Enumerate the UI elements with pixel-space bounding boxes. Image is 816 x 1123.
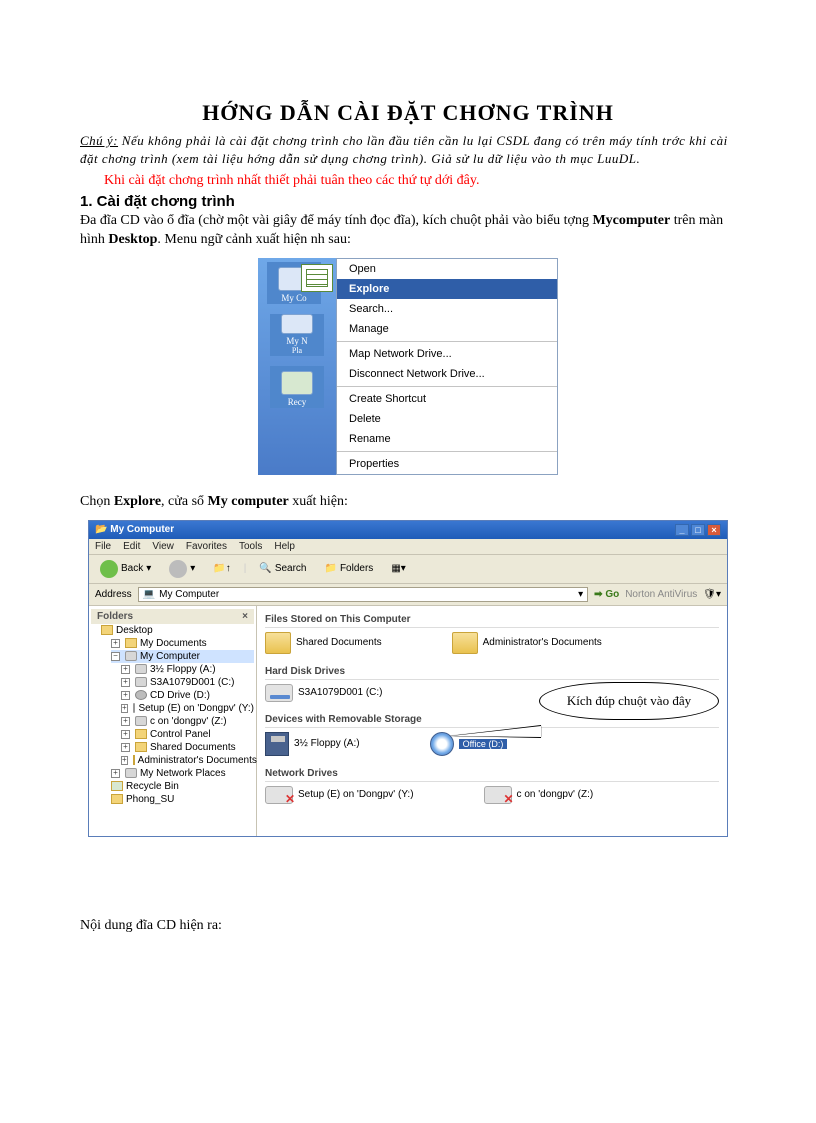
tree-cddrive[interactable]: +CD Drive (D:) [121,689,254,702]
p1-mycomputer: Mycomputer [592,213,670,228]
tree-close-icon[interactable]: × [242,611,248,622]
myn-label: My N [286,336,307,346]
ctx-rename[interactable]: Rename [337,429,557,449]
ctx-delete[interactable]: Delete [337,409,557,429]
item-net1[interactable]: Setup (E) on 'Dongpv' (Y:) [265,786,414,804]
menu-edit[interactable]: Edit [123,541,140,552]
address-label: Address [95,589,132,600]
tree-cdrive[interactable]: +S3A1079D001 (C:) [121,676,254,689]
minimize-button[interactable]: _ [675,524,689,536]
back-button[interactable]: Back ▾ [95,558,156,580]
search-button[interactable]: 🔍 Search [254,561,311,576]
mycomputer-label: My Co [281,293,306,303]
tree-setup[interactable]: +Setup (E) on 'Dongpv' (Y:) [121,702,254,715]
tree-shared[interactable]: +Shared Documents [121,741,254,754]
p2-explore: Explore [114,494,161,509]
p2-mycomputer: My computer [208,494,289,509]
excel-icon [301,264,333,292]
ctx-manage[interactable]: Manage [337,319,557,339]
tree-admin[interactable]: +Administrator's Documents [121,754,254,767]
heading-1: 1. Cài đặt chơng trình [80,193,736,210]
note-paragraph: Chú ý: Nếu không phải là cài đặt chơng t… [80,132,736,167]
section-files-stored: Files Stored on This Computer [265,610,719,628]
ctx-properties[interactable]: Properties [337,454,557,474]
menu-help[interactable]: Help [274,541,295,552]
warning-line: Khi cài đặt chơng trình nhất thiết phải … [104,173,736,189]
paragraph-1: Đa đĩa CD vào ổ đĩa (chờ một vài giây để… [80,212,736,250]
explorer-menubar: File Edit View Favorites Tools Help [89,539,727,555]
callout-text: Kích đúp chuột vào đây [539,682,719,720]
item-floppy[interactable]: 3½ Floppy (A:) [265,732,360,756]
mynetwork-desktop-icon[interactable]: My N Pla [270,314,324,356]
explorer-toolbar: Back ▾ ▾ 📁↑ | 🔍 Search 📁 Folders ▦▾ [89,555,727,584]
item-net2[interactable]: c on 'dongpv' (Z:) [484,786,594,804]
context-menu: Open Explore Search... Manage Map Networ… [336,258,558,475]
tree-header: Folders [97,611,133,622]
tree-desktop[interactable]: Desktop [101,624,254,637]
note-body: Nếu không phải là cài đặt chơng trình ch… [80,133,728,166]
tree-cpanel[interactable]: +Control Panel [121,728,254,741]
tree-phong[interactable]: Phong_SU [111,793,254,806]
p2-a: Chọn [80,494,114,509]
recycle-desktop-icon[interactable]: Recy [270,366,324,408]
tree-mydocs[interactable]: +My Documents [111,637,254,650]
explorer-addressbar: Address 💻 My Computer▾ ➡ Go Norton AntiV… [89,584,727,606]
menu-favorites[interactable]: Favorites [186,541,227,552]
item-cdrive[interactable]: S3A1079D001 (C:) [265,684,383,702]
views-button[interactable]: ▦▾ [386,561,410,576]
menu-file[interactable]: File [95,541,111,552]
explorer-window: 📂 My Computer _ □ × File Edit View Favor… [88,520,728,837]
p1-desktop: Desktop [108,232,157,247]
explorer-title-text: My Computer [110,524,174,535]
p1-e: . Menu ngữ cảnh xuất hiện nh sau: [157,232,350,247]
pla-label: Pla [292,346,302,355]
tree-recycle[interactable]: Recycle Bin [111,780,254,793]
section-hdd: Hard Disk Drives [265,662,719,680]
paragraph-3: Nội dung đĩa CD hiện ra: [80,917,736,936]
up-button[interactable]: 📁↑ [208,561,235,576]
folder-tree-pane: Folders × Desktop +My Documents −My Compu… [89,606,257,836]
tree-netplaces[interactable]: +My Network Places [111,767,254,780]
note-label: Chú ý: [80,133,118,148]
p1-a: Đa đĩa CD vào ổ đĩa (chờ một vài giây để… [80,213,592,228]
norton-label: Norton AntiVirus [625,589,697,600]
close-button[interactable]: × [707,524,721,536]
tree-condong[interactable]: +c on 'dongpv' (Z:) [121,715,254,728]
explorer-titlebar[interactable]: 📂 My Computer _ □ × [89,521,727,539]
page-title: HỚNG DẪN CÀI ĐẶT CHƠNG TRÌNH [80,100,736,126]
paragraph-2: Chọn Explore, cửa sổ My computer xuất hi… [80,493,736,512]
ctx-open[interactable]: Open [337,259,557,279]
recy-label: Recy [288,397,307,407]
p2-c: , cửa sổ [161,494,207,509]
ctx-explore[interactable]: Explore [337,279,557,299]
ctx-create-shortcut[interactable]: Create Shortcut [337,389,557,409]
tree-floppy[interactable]: +3½ Floppy (A:) [121,663,254,676]
callout-annotation: Kích đúp chuột vào đây [539,682,719,720]
section-network: Network Drives [265,764,719,782]
address-field[interactable]: 💻 My Computer▾ [138,587,588,602]
ctx-search[interactable]: Search... [337,299,557,319]
ctx-disconnect-drive[interactable]: Disconnect Network Drive... [337,364,557,384]
item-shared-docs[interactable]: Shared Documents [265,632,382,654]
ctx-map-drive[interactable]: Map Network Drive... [337,344,557,364]
folders-button[interactable]: 📁 Folders [320,561,379,576]
item-admin-docs[interactable]: Administrator's Documents [452,632,602,654]
menu-tools[interactable]: Tools [239,541,262,552]
explorer-main-pane: Files Stored on This Computer Shared Doc… [257,606,727,836]
menu-view[interactable]: View [152,541,174,552]
go-button[interactable]: ➡ Go [594,589,619,600]
tree-mycomputer[interactable]: −My Computer [111,650,254,663]
desktop-strip: My Co My N Pla Recy [258,258,336,475]
forward-button[interactable]: ▾ [164,558,200,580]
context-menu-figure: My Co My N Pla Recy Open Explore Search.… [80,258,736,475]
maximize-button[interactable]: □ [691,524,705,536]
p2-e: xuất hiện: [289,494,348,509]
